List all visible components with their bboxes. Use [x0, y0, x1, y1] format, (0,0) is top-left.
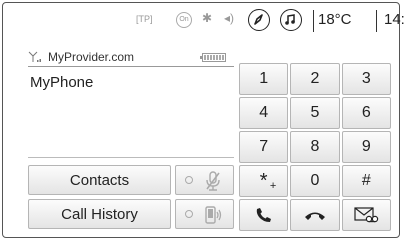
handset-mode-icon — [205, 206, 222, 224]
key-2[interactable]: 2 — [290, 63, 340, 95]
voicemail-icon — [354, 207, 379, 223]
music-icon[interactable] — [280, 9, 302, 31]
voicemail-button[interactable] — [341, 199, 391, 231]
plus-symbol: + — [269, 180, 277, 192]
battery-icon — [200, 53, 226, 62]
call-history-button[interactable]: Call History — [28, 199, 171, 229]
network-provider: MyProvider.com — [48, 50, 135, 64]
microphone-mute-icon — [206, 171, 220, 191]
star-symbol: * — [259, 170, 268, 192]
key-hash[interactable]: # — [341, 165, 391, 197]
tp-indicator: [TP] — [136, 14, 153, 24]
toggle-indicator-led — [185, 176, 193, 184]
contacts-button[interactable]: Contacts — [28, 165, 171, 195]
key-star[interactable]: * + — [239, 165, 289, 197]
mute-microphone-toggle[interactable] — [175, 165, 234, 195]
divider — [28, 157, 234, 158]
bluetooth-icon: ✱ — [202, 11, 213, 25]
dial-keypad: 1 2 3 4 5 6 7 8 9 * + 0 # — [239, 63, 391, 231]
divider — [376, 10, 377, 32]
status-bar: [TP] On ✱ ◂) 18°C 14:22 — [120, 8, 404, 36]
end-call-button[interactable] — [290, 199, 340, 231]
connected-phone-name: MyPhone — [30, 74, 94, 91]
key-8[interactable]: 8 — [290, 131, 340, 163]
key-7[interactable]: 7 — [239, 131, 289, 163]
onoff-indicator: On — [176, 12, 192, 28]
key-1[interactable]: 1 — [239, 63, 289, 95]
navigation-icon[interactable] — [248, 9, 270, 31]
key-3[interactable]: 3 — [341, 63, 391, 95]
toggle-indicator-led — [185, 210, 193, 218]
signal-strength-icon — [28, 51, 44, 65]
phone-call-icon — [256, 208, 271, 222]
key-9[interactable]: 9 — [341, 131, 391, 163]
provider-row: MyProvider.com — [28, 50, 234, 67]
temperature: 18°C — [318, 11, 352, 28]
key-5[interactable]: 5 — [290, 97, 340, 129]
hang-up-icon — [304, 212, 325, 220]
key-6[interactable]: 6 — [341, 97, 391, 129]
divider — [313, 10, 314, 32]
clock: 14:22 — [384, 11, 404, 28]
volume-icon: ◂) — [224, 11, 235, 25]
call-button[interactable] — [239, 199, 289, 231]
key-0[interactable]: 0 — [290, 165, 340, 197]
key-4[interactable]: 4 — [239, 97, 289, 129]
handset-mode-toggle[interactable] — [175, 199, 234, 229]
